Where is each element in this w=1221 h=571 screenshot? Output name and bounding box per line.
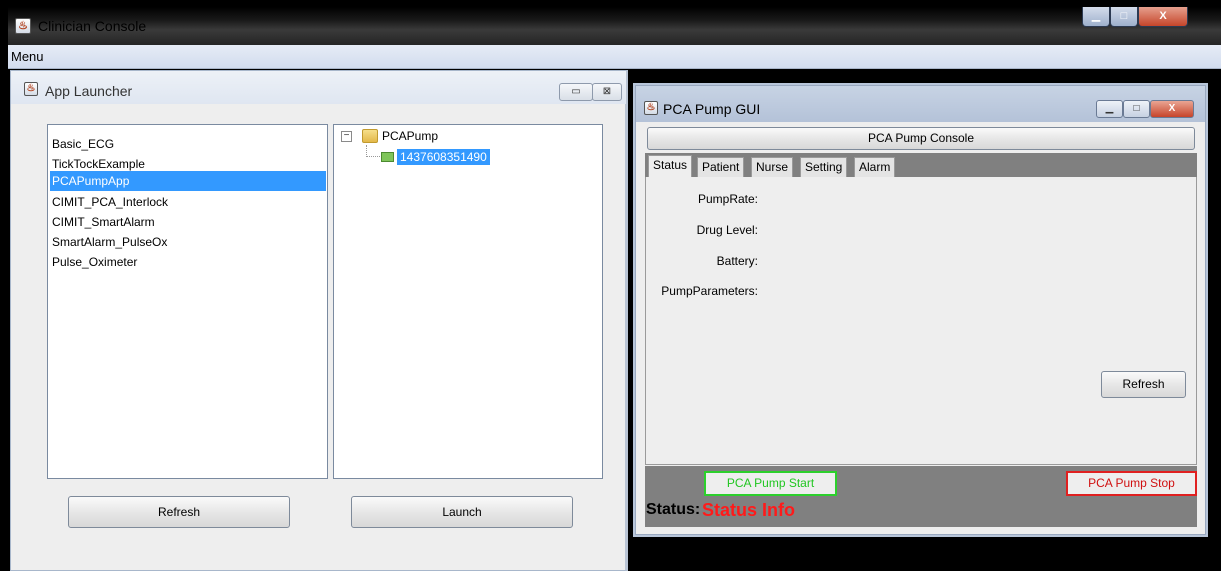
pca-pump-gui-frame: ♨ PCA Pump GUI ▁ □ X PCA Pump Console St…: [635, 85, 1206, 535]
device-tree[interactable]: − PCAPump 1437608351490: [333, 124, 603, 479]
pca-minimize-button[interactable]: ▁: [1096, 100, 1123, 118]
pump-rate-label: PumpRate:: [697, 192, 758, 206]
tab-status[interactable]: Status: [648, 155, 693, 178]
app-list-item-selected[interactable]: PCAPumpApp: [50, 171, 326, 191]
battery-label: Battery:: [716, 254, 758, 268]
tab-bar: Status Patient Nurse Setting Alarm: [645, 153, 1197, 178]
app-launcher-titlebar[interactable]: ♨ App Launcher ▭ ⊠: [11, 71, 626, 104]
pca-maximize-button[interactable]: □: [1123, 100, 1150, 118]
status-label: Status:: [646, 501, 701, 518]
refresh-button[interactable]: Refresh: [1101, 371, 1186, 398]
pca-close-button[interactable]: X: [1150, 100, 1194, 118]
status-tab-panel: PumpRate: Drug Level: Battery: PumpParam…: [645, 177, 1197, 465]
pump-start-button[interactable]: PCA Pump Start: [704, 471, 837, 496]
status-info-text: Status Info: [702, 500, 795, 520]
drug-level-label: Drug Level:: [696, 223, 758, 237]
tree-child-node-selected[interactable]: 1437608351490: [397, 149, 490, 165]
app-list-item[interactable]: CIMIT_SmartAlarm: [50, 212, 326, 232]
java-app-icon: ♨: [24, 82, 38, 96]
app-list-item[interactable]: CIMIT_PCA_Interlock: [50, 192, 326, 212]
app-launcher-frame: ♨ App Launcher ▭ ⊠ Basic_ECG TickTockExa…: [10, 70, 628, 571]
app-list-item[interactable]: Pulse_Oximeter: [50, 252, 326, 272]
minimize-button[interactable]: ▁: [1082, 7, 1110, 27]
pca-titlebar[interactable]: ♨ PCA Pump GUI ▁ □ X: [636, 86, 1205, 122]
tab-alarm[interactable]: Alarm: [854, 157, 896, 177]
folder-icon: [362, 129, 378, 143]
app-list[interactable]: Basic_ECG TickTockExample PCAPumpApp CIM…: [47, 124, 328, 479]
maximize-button[interactable]: □: [1110, 7, 1138, 27]
java-app-icon: ♨: [15, 18, 31, 34]
tab-setting[interactable]: Setting: [800, 157, 848, 177]
tree-connector: [366, 145, 380, 157]
pump-parameters-label: PumpParameters:: [661, 284, 758, 298]
app-list-item[interactable]: Basic_ECG: [50, 134, 326, 154]
menu-item-menu[interactable]: Menu: [11, 49, 44, 64]
java-app-icon: ♨: [644, 101, 658, 115]
launch-button[interactable]: Launch: [351, 496, 573, 528]
pca-window-title: PCA Pump GUI: [663, 101, 761, 117]
pump-stop-button[interactable]: PCA Pump Stop: [1066, 471, 1197, 496]
pump-control-panel: PCA Pump Start PCA Pump Stop Status: Sta…: [645, 466, 1197, 527]
collapse-icon[interactable]: −: [341, 131, 352, 142]
device-icon: [381, 152, 394, 162]
tab-patient[interactable]: Patient: [697, 157, 745, 177]
app-list-item[interactable]: SmartAlarm_PulseOx: [50, 232, 326, 252]
launcher-minimize-button[interactable]: ▭: [559, 83, 593, 101]
menubar: Menu: [8, 45, 1221, 69]
close-button[interactable]: X: [1138, 7, 1188, 27]
refresh-button[interactable]: Refresh: [68, 496, 290, 528]
launcher-close-button[interactable]: ⊠: [592, 83, 622, 101]
app-launcher-title: App Launcher: [45, 83, 133, 99]
main-titlebar[interactable]: ♨ Clinician Console ▁ □ X: [8, 7, 1221, 45]
main-window-title: Clinician Console: [38, 18, 147, 34]
tab-nurse[interactable]: Nurse: [751, 157, 794, 177]
pca-pump-console-button[interactable]: PCA Pump Console: [647, 127, 1195, 150]
tree-root-node[interactable]: PCAPump: [382, 129, 438, 143]
